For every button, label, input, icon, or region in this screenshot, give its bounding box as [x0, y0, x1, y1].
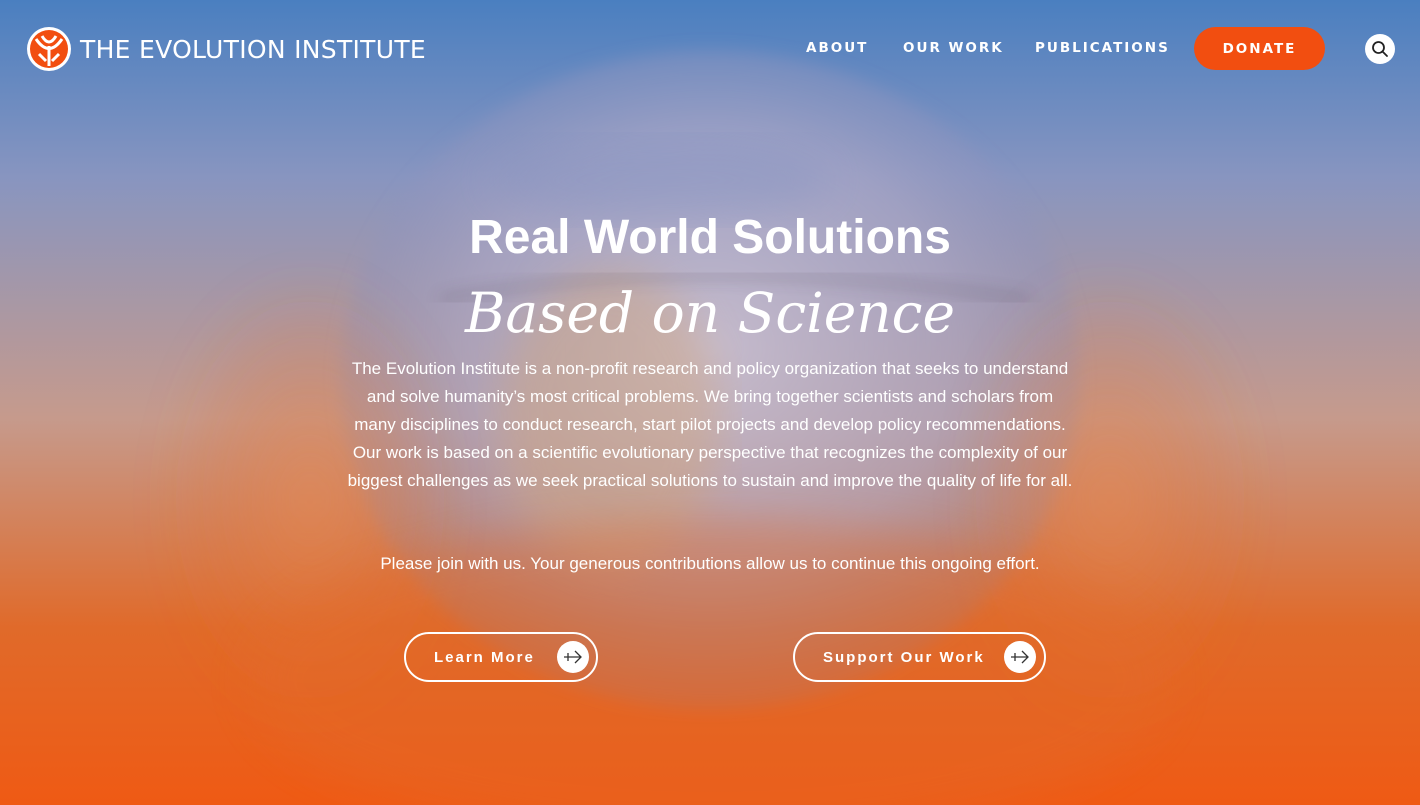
hero-intro-paragraph: The Evolution Institute is a non-profit …: [347, 359, 1073, 490]
nav-item-our-work[interactable]: OUR WORK: [903, 40, 1004, 56]
search-button[interactable]: [1365, 34, 1395, 64]
learn-more-button[interactable]: Learn More: [404, 632, 598, 682]
site-logo[interactable]: THE EVOLUTION INSTITUTE: [26, 26, 426, 72]
hero-call-to-action: Please join with us. Your generous contr…: [380, 554, 1040, 573]
logo-mark-icon: [27, 27, 71, 71]
hero-section: THE EVOLUTION INSTITUTE ABOUT OUR WORK P…: [0, 0, 1420, 805]
hero-headline: Real World Solutions: [469, 211, 951, 264]
arrow-right-icon: [1004, 641, 1036, 673]
learn-more-label: Learn More: [434, 648, 535, 666]
support-our-work-label: Support Our Work: [823, 648, 985, 666]
arrow-right-icon: [557, 641, 589, 673]
search-icon: [1372, 41, 1388, 57]
donate-button[interactable]: DONATE: [1194, 27, 1325, 70]
support-our-work-button[interactable]: Support Our Work: [793, 632, 1046, 682]
site-header: THE EVOLUTION INSTITUTE ABOUT OUR WORK P…: [0, 0, 1420, 96]
logo-text: THE EVOLUTION INSTITUTE: [80, 34, 427, 64]
nav-item-publications[interactable]: PUBLICATIONS: [1035, 40, 1170, 56]
hero-subheadline: Based on Science: [464, 281, 956, 345]
nav-item-about[interactable]: ABOUT: [806, 40, 868, 56]
